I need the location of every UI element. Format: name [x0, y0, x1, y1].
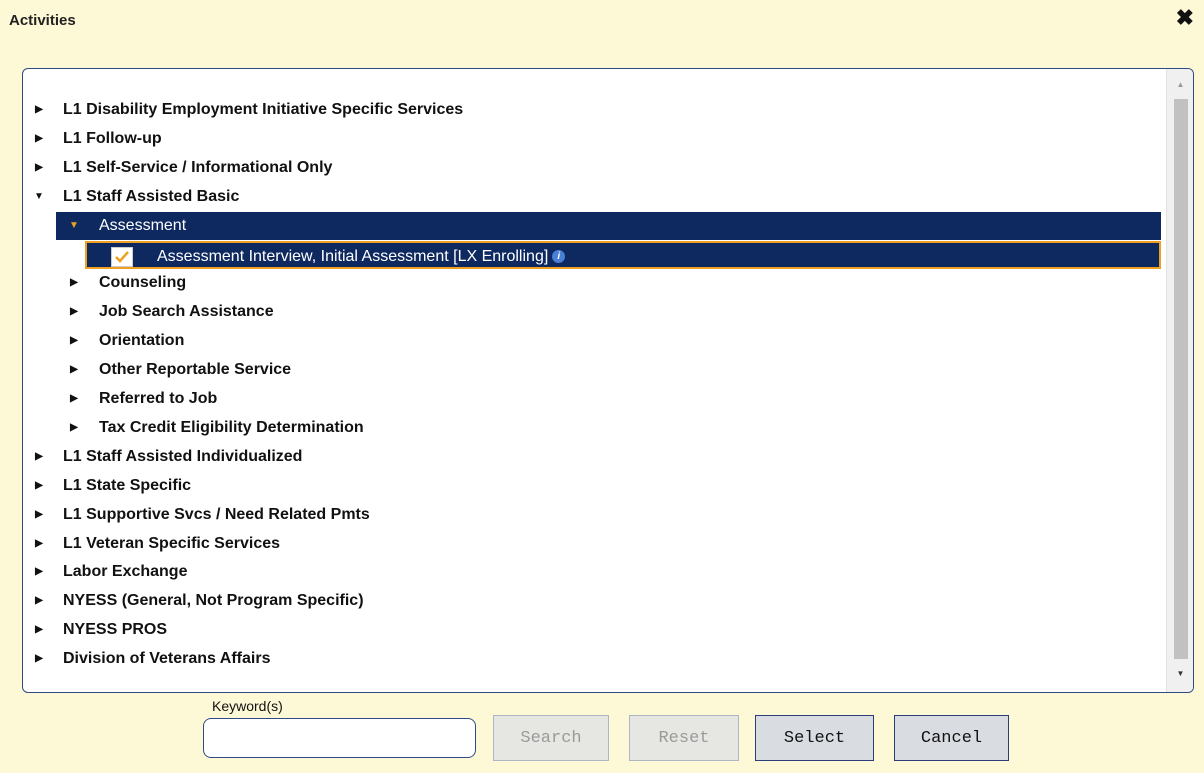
tree-item-label: Assessment Interview, Initial Assessment… [157, 248, 549, 265]
activity-tree-panel[interactable]: ▶ L1 Disability Employment Initiative Spe… [22, 68, 1194, 693]
select-button[interactable]: Select [755, 715, 874, 761]
tree-item[interactable]: ▶ L1 Follow-up [23, 125, 1161, 153]
tree-item-label: Job Search Assistance [99, 303, 274, 320]
tree-item[interactable]: ▶ L1 Disability Employment Initiative Spe… [23, 96, 1161, 124]
activities-dialog: Activities ✖ ▶ L1 Disability Employment I… [0, 0, 1204, 773]
tree-item[interactable]: ▶ L1 Veteran Specific Services [23, 530, 1161, 558]
tree-item-label: L1 Supportive Svcs / Need Related Pmts [63, 506, 370, 523]
tree-item-label: L1 Follow-up [63, 130, 162, 147]
caret-right-icon[interactable]: ▶ [68, 298, 80, 326]
caret-right-icon[interactable]: ▶ [33, 616, 45, 644]
tree-item-label: Other Reportable Service [99, 361, 292, 378]
tree-item-label: Labor Exchange [63, 563, 188, 580]
tree-item[interactable]: ▶ Orientation [23, 327, 1161, 355]
tree-item[interactable]: ▶ Labor Exchange [23, 558, 1161, 586]
close-icon[interactable]: ✖ [1176, 7, 1194, 29]
scroll-up-icon[interactable]: ▲ [1167, 75, 1193, 93]
caret-right-icon[interactable]: ▶ [68, 385, 80, 413]
caret-right-icon[interactable]: ▶ [33, 645, 45, 673]
caret-right-icon[interactable]: ▶ [33, 154, 45, 182]
caret-right-icon[interactable]: ▶ [33, 96, 45, 124]
tree-item[interactable]: ▶ L1 State Specific [23, 472, 1161, 500]
scroll-down-icon[interactable]: ▼ [1167, 664, 1193, 682]
tree-item[interactable]: ▶ Division of Veterans Affairs [23, 645, 1161, 673]
scroll-thumb[interactable] [1174, 99, 1188, 659]
tree-item-label: Orientation [99, 332, 185, 349]
tree-item[interactable]: ▶ L1 Staff Assisted Individualized [23, 443, 1161, 471]
caret-right-icon[interactable]: ▶ [33, 587, 45, 615]
tree-item-label: NYESS PROS [63, 621, 168, 638]
caret-right-icon[interactable]: ▶ [33, 501, 45, 529]
tree-item[interactable]: ▶ L1 Supportive Svcs / Need Related Pmts [23, 501, 1161, 529]
tree-item-label: NYESS (General, Not Program Specific) [63, 592, 364, 609]
tree-item-label: L1 State Specific [63, 477, 192, 494]
tree-item[interactable]: ▼ Assessment [56, 212, 1161, 240]
tree-item[interactable]: ▶ Other Reportable Service [23, 356, 1161, 384]
tree-item-label: L1 Veteran Specific Services [63, 535, 281, 552]
caret-down-icon[interactable]: ▼ [68, 212, 80, 240]
tree-item-label: L1 Staff Assisted Individualized [63, 448, 303, 465]
tree-item[interactable]: ▶ Referred to Job [23, 385, 1161, 413]
dialog-title: Activities [9, 12, 76, 29]
tree-leaf-item[interactable]: Assessment Interview, Initial Assessment… [85, 241, 1161, 269]
caret-right-icon[interactable]: ▶ [68, 356, 80, 384]
tree-item-label: Division of Veterans Affairs [63, 650, 271, 667]
caret-right-icon[interactable]: ▶ [68, 414, 80, 442]
caret-right-icon[interactable]: ▶ [33, 530, 45, 558]
vertical-scrollbar[interactable]: ▲ ▼ [1166, 69, 1193, 692]
keyword-label: Keyword(s) [212, 698, 283, 714]
caret-down-icon[interactable]: ▼ [33, 183, 45, 211]
tree-item[interactable]: ▶ NYESS PROS [23, 616, 1161, 644]
tree-item[interactable]: ▶ NYESS (General, Not Program Specific) [23, 587, 1161, 615]
reset-button[interactable]: Reset [629, 715, 739, 761]
checkbox-checked-icon[interactable] [111, 247, 133, 267]
tree-item-label: L1 Disability Employment Initiative Spec… [63, 101, 464, 118]
tree-item-label: L1 Staff Assisted Basic [63, 188, 240, 205]
keyword-input[interactable] [203, 718, 476, 758]
tree-item-label: Tax Credit Eligibility Determination [99, 419, 364, 436]
caret-right-icon[interactable]: ▶ [33, 125, 45, 153]
tree-item[interactable]: ▼ L1 Staff Assisted Basic [23, 183, 1161, 211]
caret-right-icon[interactable]: ▶ [33, 443, 45, 471]
search-button[interactable]: Search [493, 715, 609, 761]
caret-right-icon[interactable]: ▶ [33, 558, 45, 586]
caret-right-icon[interactable]: ▶ [68, 269, 80, 297]
tree-item-label: Counseling [99, 274, 187, 291]
caret-right-icon[interactable]: ▶ [68, 327, 80, 355]
tree-item[interactable]: ▶ L1 Self-Service / Informational Only [23, 154, 1161, 182]
tree-item[interactable]: ▶ Job Search Assistance [23, 298, 1161, 326]
tree-item[interactable]: ▶ Tax Credit Eligibility Determination [23, 414, 1161, 442]
info-icon[interactable]: i [552, 250, 566, 263]
caret-right-icon[interactable]: ▶ [33, 472, 45, 500]
tree-item-label: Referred to Job [99, 390, 218, 407]
tree-item-label: L1 Self-Service / Informational Only [63, 159, 333, 176]
tree-item-label: Assessment [99, 217, 187, 234]
cancel-button[interactable]: Cancel [894, 715, 1009, 761]
tree-item[interactable]: ▶ Counseling [23, 269, 1161, 297]
